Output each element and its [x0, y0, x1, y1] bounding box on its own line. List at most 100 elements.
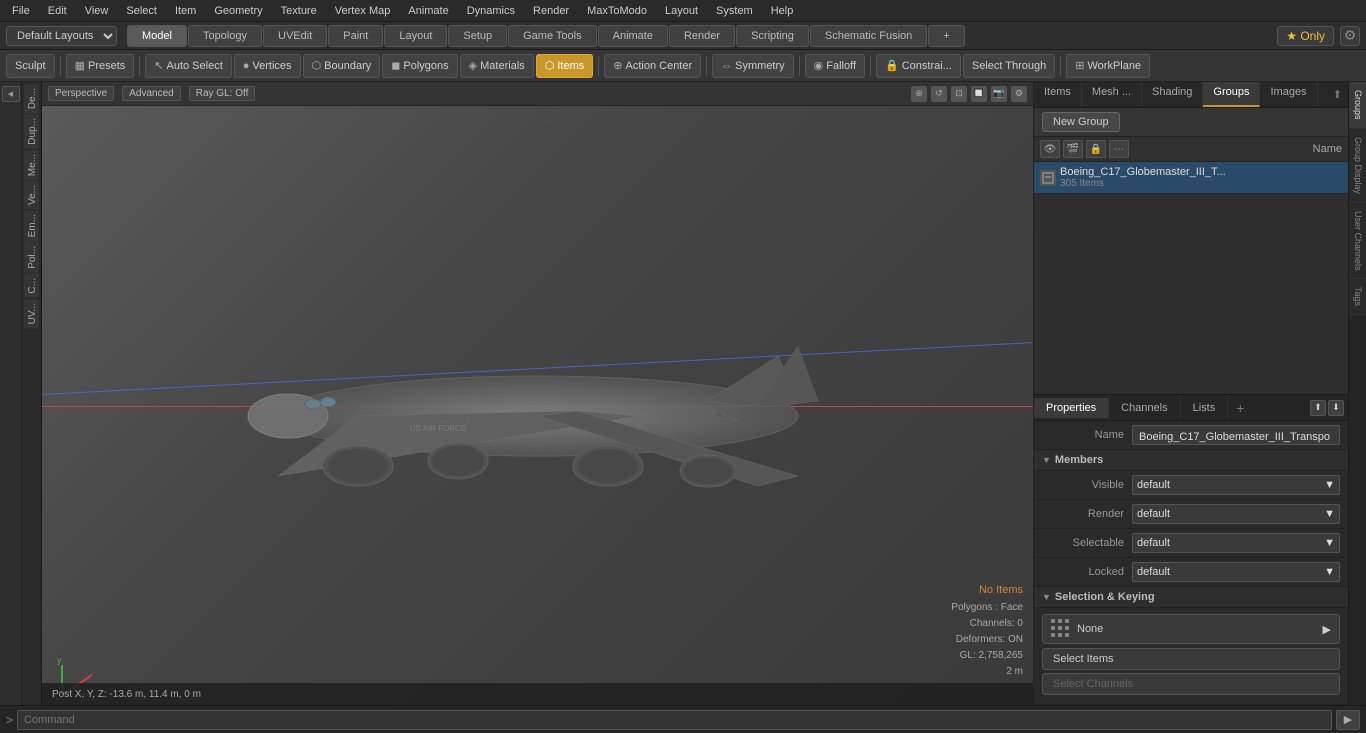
gc-lock-btn[interactable]: 🔒: [1086, 140, 1106, 158]
menu-item[interactable]: Item: [167, 3, 204, 19]
menu-select[interactable]: Select: [118, 3, 165, 19]
left-tab-c[interactable]: C...: [24, 274, 39, 298]
menu-system[interactable]: System: [708, 3, 761, 19]
new-group-button[interactable]: New Group: [1042, 112, 1120, 132]
workplane-button[interactable]: ⊞ WorkPlane: [1066, 54, 1150, 78]
props-tab-add[interactable]: +: [1228, 398, 1252, 418]
menu-maxtomodo[interactable]: MaxToModo: [579, 3, 655, 19]
materials-button[interactable]: ◈ Materials: [460, 54, 534, 78]
layout-tab-scripting[interactable]: Scripting: [736, 25, 809, 47]
menu-file[interactable]: File: [4, 3, 38, 19]
viewport-canvas[interactable]: US AIR FORCE x y z No Items Polygons : F…: [42, 106, 1033, 705]
layout-select[interactable]: Default Layouts: [6, 26, 117, 46]
left-tab-pol[interactable]: Pol...: [24, 242, 39, 273]
menu-view[interactable]: View: [77, 3, 117, 19]
command-input[interactable]: [17, 710, 1332, 730]
polygons-button[interactable]: ◼ Polygons: [382, 54, 457, 78]
viewport-perspective-btn[interactable]: Perspective: [48, 86, 114, 101]
select-items-button[interactable]: Select Items: [1042, 648, 1340, 670]
vp-icon-2[interactable]: ↺: [931, 86, 947, 102]
layout-tab-layout[interactable]: Layout: [384, 25, 447, 47]
left-tab-de[interactable]: De...: [24, 84, 39, 113]
layout-tab-paint[interactable]: Paint: [328, 25, 383, 47]
menu-texture[interactable]: Texture: [273, 3, 325, 19]
members-section-header[interactable]: ▼ Members: [1034, 450, 1348, 471]
presets-button[interactable]: ▦ Presets: [66, 54, 135, 78]
viewport-raygl-btn[interactable]: Ray GL: Off: [189, 86, 256, 101]
settings-icon[interactable]: ⚙: [1340, 26, 1360, 46]
tab-items[interactable]: Items: [1034, 82, 1082, 107]
rvt-groups[interactable]: Groups: [1349, 82, 1366, 129]
star-only-toggle[interactable]: ★ Only: [1277, 26, 1334, 46]
left-tab-me[interactable]: Me...: [24, 150, 39, 180]
rvt-tags[interactable]: Tags: [1349, 279, 1366, 315]
left-tab-uv[interactable]: UV...: [24, 299, 39, 328]
rvt-group-display[interactable]: Group Display: [1349, 129, 1366, 203]
constraint-button[interactable]: 🔒 Constrai...: [876, 54, 961, 78]
expand-panel-btn[interactable]: ⬆: [1327, 82, 1348, 107]
menu-layout[interactable]: Layout: [657, 3, 706, 19]
vp-icon-1[interactable]: ⊕: [911, 86, 927, 102]
layout-tab-schematic[interactable]: Schematic Fusion: [810, 25, 927, 47]
props-tab-lists[interactable]: Lists: [1181, 398, 1229, 418]
props-tab-properties[interactable]: Properties: [1034, 398, 1109, 418]
tab-mesh[interactable]: Mesh ...: [1082, 82, 1142, 107]
menu-animate[interactable]: Animate: [400, 3, 456, 19]
none-button[interactable]: None ▶: [1042, 614, 1340, 644]
layout-tab-gametools[interactable]: Game Tools: [508, 25, 597, 47]
gc-more-btn[interactable]: ⋯: [1109, 140, 1129, 158]
gc-eye-btn[interactable]: 👁: [1040, 140, 1060, 158]
cmd-run-button[interactable]: ▶: [1336, 710, 1360, 730]
select-channels-button[interactable]: Select Channels: [1042, 673, 1340, 695]
name-input[interactable]: Boeing_C17_Globemaster_III_Transpo: [1132, 425, 1340, 445]
visible-select[interactable]: default ▼: [1132, 475, 1340, 495]
props-expand-btn[interactable]: ⬆: [1310, 400, 1326, 416]
menu-edit[interactable]: Edit: [40, 3, 75, 19]
selection-keying-header[interactable]: ▼ Selection & Keying: [1034, 587, 1348, 608]
action-center-button[interactable]: ⊕ Action Center: [604, 54, 701, 78]
vp-icon-4[interactable]: 🔲: [971, 86, 987, 102]
layout-tab-setup[interactable]: Setup: [448, 25, 507, 47]
rvt-user-channels[interactable]: User Channels: [1349, 203, 1366, 280]
gc-render-btn[interactable]: 🎬: [1063, 140, 1083, 158]
symmetry-button[interactable]: ⇔ Symmetry: [712, 54, 794, 78]
layout-tab-topology[interactable]: Topology: [188, 25, 262, 47]
menu-dynamics[interactable]: Dynamics: [459, 3, 523, 19]
menu-vertexmap[interactable]: Vertex Map: [327, 3, 399, 19]
layout-tab-model[interactable]: Model: [127, 25, 187, 47]
tab-groups[interactable]: Groups: [1203, 82, 1260, 107]
menu-render[interactable]: Render: [525, 3, 577, 19]
layout-tab-add[interactable]: +: [928, 25, 964, 47]
props-tab-channels[interactable]: Channels: [1109, 398, 1180, 418]
autoselect-button[interactable]: ↖ Auto Select: [145, 54, 231, 78]
vertices-button[interactable]: ● Vertices: [234, 54, 301, 78]
arrow-right-btn[interactable]: ▶: [1323, 623, 1331, 636]
menu-geometry[interactable]: Geometry: [206, 3, 270, 19]
items-button[interactable]: ⬡ Items: [536, 54, 594, 78]
render-select[interactable]: default ▼: [1132, 504, 1340, 524]
menu-help[interactable]: Help: [763, 3, 802, 19]
vp-icon-3[interactable]: ⊡: [951, 86, 967, 102]
locked-select[interactable]: default ▼: [1132, 562, 1340, 582]
viewport[interactable]: Perspective Advanced Ray GL: Off ⊕ ↺ ⊡ 🔲…: [42, 82, 1033, 705]
cmd-expand-icon[interactable]: >: [6, 713, 13, 727]
layout-tab-render[interactable]: Render: [669, 25, 735, 47]
boundary-button[interactable]: ⬡ Boundary: [303, 54, 381, 78]
left-tab-ve[interactable]: Ve...: [24, 181, 39, 209]
vp-icon-camera[interactable]: 📷: [991, 86, 1007, 102]
falloff-button[interactable]: ◉ Falloff: [805, 54, 865, 78]
sidebar-collapse-btn[interactable]: ◀: [2, 86, 20, 102]
group-item-boeing[interactable]: Boeing_C17_Globemaster_III_T... 305 Item…: [1034, 162, 1348, 194]
viewport-shading-btn[interactable]: Advanced: [122, 86, 180, 101]
layout-tab-uvedit[interactable]: UVEdit: [263, 25, 327, 47]
props-collapse-btn[interactable]: ⬇: [1328, 400, 1344, 416]
vp-icon-settings[interactable]: ⚙: [1011, 86, 1027, 102]
left-tab-em[interactable]: Em...: [24, 210, 39, 241]
layout-tab-animate[interactable]: Animate: [598, 25, 668, 47]
selectable-select[interactable]: default ▼: [1132, 533, 1340, 553]
select-through-button[interactable]: Select Through: [963, 54, 1055, 78]
tab-images[interactable]: Images: [1260, 82, 1317, 107]
left-tab-dup[interactable]: Dup...: [24, 114, 39, 149]
tab-shading[interactable]: Shading: [1142, 82, 1203, 107]
sculpt-button[interactable]: Sculpt: [6, 54, 55, 78]
